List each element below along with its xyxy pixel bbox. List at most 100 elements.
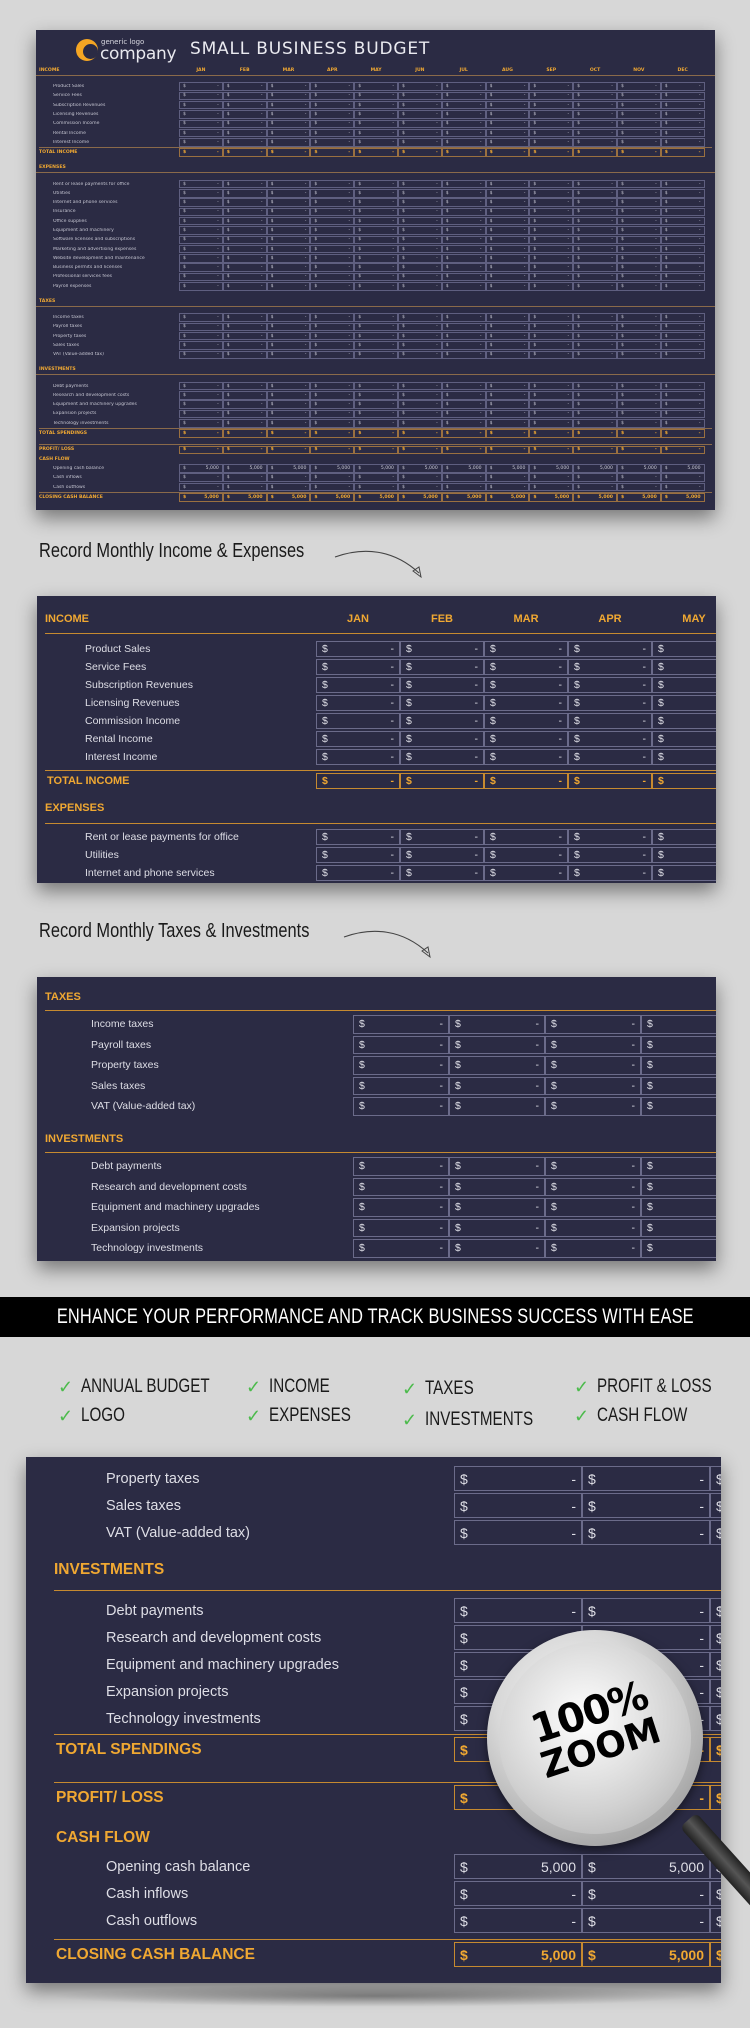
budget-cell[interactable]: $- <box>354 91 398 101</box>
budget-cell[interactable]: $- <box>310 409 355 419</box>
budget-cell[interactable]: $- <box>484 773 568 789</box>
budget-cell[interactable]: $- <box>568 773 652 789</box>
budget-cell[interactable]: $5,000 <box>354 464 398 473</box>
budget-cell[interactable]: $- <box>441 381 486 391</box>
budget-cell[interactable]: $- <box>641 1035 716 1054</box>
budget-cell[interactable]: $- <box>449 1097 545 1116</box>
budget-cell[interactable]: $- <box>441 263 486 272</box>
budget-cell[interactable]: $- <box>485 119 530 129</box>
budget-cell[interactable]: $- <box>310 254 355 263</box>
budget-cell[interactable]: $- <box>545 1076 641 1095</box>
budget-cell[interactable]: $- <box>441 244 486 254</box>
budget-cell[interactable]: $- <box>529 179 574 189</box>
budget-cell[interactable]: $- <box>710 1652 721 1677</box>
budget-cell[interactable]: $- <box>616 148 661 157</box>
budget-cell[interactable]: $- <box>266 235 311 245</box>
budget-cell[interactable]: $- <box>354 350 398 360</box>
budget-cell[interactable]: $- <box>441 429 486 438</box>
budget-cell[interactable]: $- <box>222 216 267 226</box>
budget-cell[interactable]: $- <box>222 189 267 198</box>
budget-cell[interactable]: $- <box>529 391 574 400</box>
budget-cell[interactable]: $- <box>660 322 705 332</box>
budget-cell[interactable]: $- <box>397 409 442 419</box>
budget-cell[interactable]: $- <box>397 341 442 350</box>
budget-cell[interactable]: $- <box>310 110 355 119</box>
budget-cell[interactable]: $- <box>397 235 442 245</box>
budget-cell[interactable]: $- <box>485 198 530 207</box>
budget-cell[interactable]: $- <box>310 179 355 189</box>
budget-cell[interactable]: $- <box>397 128 442 138</box>
budget-cell[interactable]: $- <box>573 100 617 110</box>
budget-cell[interactable]: $- <box>316 865 400 881</box>
budget-cell[interactable]: $- <box>222 100 267 110</box>
budget-cell[interactable]: $- <box>179 100 223 110</box>
budget-cell[interactable]: $- <box>222 235 267 245</box>
budget-cell[interactable]: $- <box>441 482 486 492</box>
budget-cell[interactable]: $- <box>354 100 398 110</box>
budget-cell[interactable]: $- <box>710 1493 721 1518</box>
budget-cell[interactable]: $- <box>441 207 486 217</box>
budget-cell[interactable]: $- <box>222 331 267 341</box>
budget-cell[interactable]: $- <box>529 350 574 360</box>
budget-cell[interactable]: $5,000 <box>660 464 705 473</box>
budget-cell[interactable]: $- <box>660 445 705 455</box>
budget-cell[interactable]: $- <box>641 1239 716 1258</box>
budget-cell[interactable]: $- <box>573 272 617 282</box>
budget-cell[interactable]: $- <box>179 313 223 322</box>
budget-cell[interactable]: $- <box>545 1198 641 1217</box>
budget-cell[interactable]: $- <box>353 1177 449 1196</box>
budget-cell[interactable]: $- <box>485 100 530 110</box>
budget-cell[interactable]: $- <box>529 473 574 482</box>
budget-cell[interactable]: $- <box>316 713 400 729</box>
budget-cell[interactable]: $- <box>441 198 486 207</box>
budget-cell[interactable]: $- <box>266 148 311 157</box>
budget-cell[interactable]: $- <box>354 179 398 189</box>
budget-cell[interactable]: $- <box>652 677 716 693</box>
budget-cell[interactable]: $- <box>616 445 661 455</box>
budget-cell[interactable]: $- <box>441 216 486 226</box>
budget-cell[interactable]: $- <box>397 282 442 291</box>
budget-cell[interactable]: $- <box>266 179 311 189</box>
budget-cell[interactable]: $- <box>222 341 267 350</box>
budget-cell[interactable]: $- <box>316 695 400 711</box>
budget-cell[interactable]: $- <box>266 331 311 341</box>
budget-cell[interactable]: $- <box>222 350 267 360</box>
budget-cell[interactable]: $- <box>616 100 661 110</box>
budget-cell[interactable]: $- <box>441 282 486 291</box>
budget-cell[interactable]: $- <box>310 381 355 391</box>
budget-cell[interactable]: $- <box>310 272 355 282</box>
budget-cell[interactable]: $- <box>529 409 574 419</box>
budget-cell[interactable]: $5,000 <box>485 493 530 502</box>
budget-cell[interactable]: $- <box>441 322 486 332</box>
budget-cell[interactable]: $- <box>449 1035 545 1054</box>
budget-cell[interactable]: $- <box>441 409 486 419</box>
budget-cell[interactable]: $- <box>222 473 267 482</box>
budget-cell[interactable]: $- <box>660 313 705 322</box>
budget-cell[interactable]: $- <box>397 148 442 157</box>
budget-cell[interactable]: $- <box>179 322 223 332</box>
budget-cell[interactable]: $- <box>652 659 716 675</box>
budget-cell[interactable]: $- <box>222 207 267 217</box>
budget-cell[interactable]: $- <box>529 207 574 217</box>
budget-cell[interactable]: $- <box>573 400 617 409</box>
budget-cell[interactable]: $- <box>529 331 574 341</box>
budget-cell[interactable]: $- <box>573 341 617 350</box>
budget-cell[interactable]: $- <box>354 207 398 217</box>
budget-cell[interactable]: $- <box>222 82 267 91</box>
budget-cell[interactable]: $- <box>179 409 223 419</box>
budget-cell[interactable]: $- <box>397 216 442 226</box>
budget-cell[interactable]: $- <box>397 82 442 91</box>
budget-cell[interactable]: $- <box>354 473 398 482</box>
budget-cell[interactable]: $- <box>316 749 400 765</box>
budget-cell[interactable]: $- <box>485 381 530 391</box>
budget-cell[interactable]: $- <box>573 391 617 400</box>
budget-cell[interactable]: $- <box>179 198 223 207</box>
budget-cell[interactable]: $- <box>484 695 568 711</box>
budget-cell[interactable]: $- <box>573 244 617 254</box>
budget-cell[interactable]: $- <box>179 119 223 129</box>
budget-cell[interactable]: $- <box>545 1239 641 1258</box>
budget-cell[interactable]: $- <box>310 148 355 157</box>
budget-cell[interactable]: $- <box>616 341 661 350</box>
budget-cell[interactable]: $- <box>454 1598 582 1623</box>
budget-cell[interactable]: $- <box>616 128 661 138</box>
